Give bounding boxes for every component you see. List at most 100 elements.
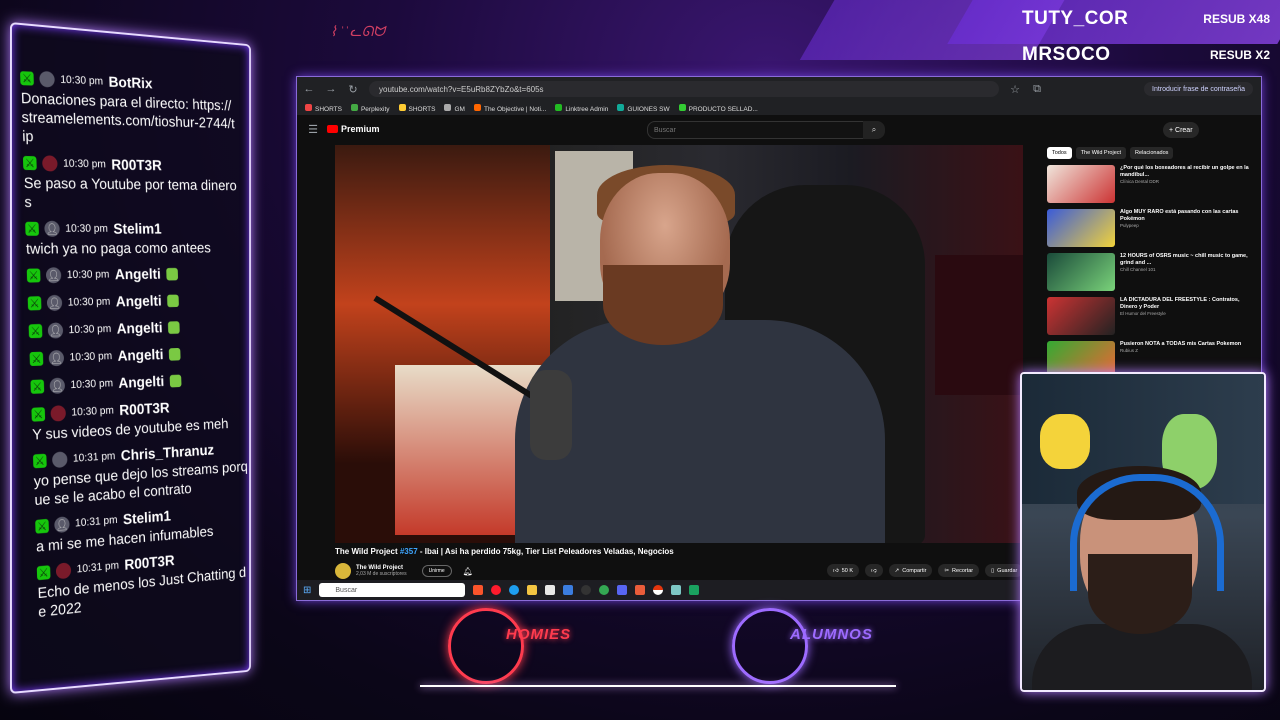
headset: [1070, 474, 1224, 591]
chat-username[interactable]: Angelti: [118, 373, 164, 391]
store-icon[interactable]: [545, 585, 556, 595]
like-button[interactable]: 👍︎ 50 K: [827, 564, 860, 577]
sub-alert-tag: RESUB X48: [1203, 12, 1270, 26]
bell-icon[interactable]: 🔔︎: [463, 567, 473, 576]
filter-chip[interactable]: Relacionados: [1130, 147, 1174, 159]
taskbar-search-input[interactable]: Buscar: [319, 583, 466, 597]
recommendation-title[interactable]: Pusieron NOTA a TODAS mis Cartas Pokemon: [1120, 341, 1241, 348]
edge-icon[interactable]: [509, 585, 520, 595]
forward-icon[interactable]: →: [325, 83, 337, 95]
user-avatar-icon[interactable]: 👤︎: [49, 377, 66, 395]
folder-icon[interactable]: [527, 585, 538, 595]
password-prompt[interactable]: Introducir frase de contraseña: [1144, 82, 1253, 96]
bookmark-item[interactable]: GUIONES SW: [617, 103, 670, 113]
moderator-badge-icon: ⚔: [32, 453, 47, 469]
user-avatar-icon[interactable]: [50, 405, 67, 422]
app-icon[interactable]: [563, 585, 574, 595]
youtube-search-input[interactable]: Buscar: [647, 121, 871, 139]
brave-icon[interactable]: [473, 585, 484, 595]
save-button[interactable]: ▯ Guardar: [985, 564, 1024, 577]
url-field[interactable]: youtube.com/watch?v=E5uRb8ZYbZo&t=605s: [369, 81, 999, 97]
video-thumbnail[interactable]: [1047, 165, 1115, 203]
recommendation-title[interactable]: 12 HOURS of OSRS music ~ chill music to …: [1120, 253, 1257, 267]
bookmark-item[interactable]: PRODUCTO SELLAD...: [678, 103, 758, 113]
sub-alerts: TUTY_COR RESUB X48 MRSOCO RESUB X2: [1012, 0, 1280, 70]
back-icon[interactable]: ←: [303, 83, 315, 95]
pokeball-icon[interactable]: [653, 585, 664, 595]
user-avatar-icon[interactable]: 👤︎: [48, 350, 65, 367]
bookmark-item[interactable]: Perplexity: [350, 103, 390, 113]
chat-message-list: ⚔ 10:30 pm BotRix Donaciones para el direct…: [20, 67, 251, 628]
bookmark-favicon-icon: [473, 103, 481, 111]
pikachu-figure: [1040, 414, 1090, 469]
extensions-icon[interactable]: ⧉: [1031, 83, 1043, 96]
recommendation-channel: Clínica Dental DDR: [1120, 179, 1160, 184]
discord-icon[interactable]: [617, 585, 628, 595]
chat-username[interactable]: Stelim1: [123, 507, 171, 527]
opera-icon[interactable]: [491, 585, 502, 595]
app-icon[interactable]: [689, 585, 700, 595]
video-thumbnail[interactable]: [1047, 209, 1115, 247]
bot-avatar-icon[interactable]: [39, 70, 55, 88]
recommendation-channel: El Humor del Freestyle: [1120, 311, 1166, 316]
chat-username[interactable]: Stelim1: [113, 220, 162, 237]
recommendation-item[interactable]: ¿Por qué los boxeadores al recibir un go…: [1047, 165, 1257, 203]
chat-username[interactable]: R00T3R: [119, 399, 170, 418]
user-avatar-icon[interactable]: [51, 451, 68, 469]
chat-username[interactable]: Angelti: [116, 293, 162, 310]
bookmark-item[interactable]: Linktree Admin: [555, 103, 608, 113]
user-avatar-icon[interactable]: 👤︎: [46, 294, 63, 311]
reload-icon[interactable]: ↻: [347, 83, 359, 96]
video-player[interactable]: [335, 145, 1023, 543]
user-avatar-icon[interactable]: 👤︎: [44, 220, 60, 237]
user-avatar-icon[interactable]: 👤︎: [54, 516, 70, 534]
search-icon[interactable]: ⌕: [863, 121, 885, 139]
create-button[interactable]: + Crear: [1163, 122, 1199, 138]
channel-avatar[interactable]: [335, 563, 351, 579]
share-button[interactable]: ↗ Compartir: [888, 564, 933, 577]
recommendation-item[interactable]: LA DICTADURA DEL FREESTYLE : Contratos, …: [1047, 297, 1257, 335]
filter-chip[interactable]: Todos: [1047, 147, 1072, 159]
menu-icon[interactable]: ☰: [307, 123, 319, 136]
youtube-logo[interactable]: Premium: [327, 124, 380, 134]
app-icon[interactable]: [671, 585, 682, 595]
clip-button[interactable]: ✂ Recortar: [938, 564, 980, 577]
bookmark-item[interactable]: GM: [444, 103, 465, 113]
recommendation-title[interactable]: Algo MUY RARO está pasando con las carta…: [1120, 209, 1257, 223]
video-thumbnail[interactable]: [1047, 297, 1115, 335]
microphone: [530, 370, 572, 460]
recommendation-title[interactable]: LA DICTADURA DEL FREESTYLE : Contratos, …: [1120, 297, 1257, 311]
dislike-button[interactable]: 👎︎: [865, 564, 883, 577]
user-avatar-icon[interactable]: [55, 562, 72, 580]
chrome-icon[interactable]: [599, 585, 610, 595]
user-avatar-icon[interactable]: [42, 155, 58, 172]
chat-username[interactable]: BotRix: [108, 74, 152, 92]
create-label: + Crear: [1169, 126, 1193, 134]
app-icon[interactable]: [635, 585, 646, 595]
user-avatar-icon[interactable]: 👤︎: [47, 322, 64, 339]
join-button[interactable]: Unirme: [421, 565, 452, 577]
video-title-channel: The Wild Project: [335, 547, 398, 556]
chat-username[interactable]: R00T3R: [111, 156, 162, 173]
video-title-number[interactable]: #357: [400, 547, 418, 556]
user-avatar-icon[interactable]: 👤︎: [45, 267, 62, 284]
chat-username[interactable]: Angelti: [115, 266, 161, 283]
moderator-badge-icon: ⚔: [36, 565, 51, 581]
bookmark-item[interactable]: SHORTS: [398, 103, 435, 113]
recommendation-item[interactable]: 12 HOURS of OSRS music ~ chill music to …: [1047, 253, 1257, 291]
neon-scribble: ⌇ ˈˈᓚᘏᗢ: [330, 25, 385, 40]
chat-username[interactable]: R00T3R: [124, 552, 175, 573]
obs-icon[interactable]: [581, 585, 592, 595]
recommendation-title[interactable]: ¿Por qué los boxeadores al recibir un go…: [1120, 165, 1257, 179]
bookmark-item[interactable]: SHORTS: [305, 103, 342, 113]
chat-message-meta: ⚔ 👤︎ 10:30 pm Stelim1: [25, 218, 241, 240]
chat-username[interactable]: Angelti: [117, 346, 163, 364]
recommendation-item[interactable]: Algo MUY RARO está pasando con las carta…: [1047, 209, 1257, 247]
bookmark-item[interactable]: The Objective | Noti...: [473, 103, 546, 113]
windows-start-icon[interactable]: ⊞: [303, 585, 311, 596]
filter-chip[interactable]: The Wild Project: [1075, 147, 1127, 159]
chat-username[interactable]: Angelti: [116, 319, 162, 337]
star-icon[interactable]: ☆: [1009, 83, 1021, 96]
video-thumbnail[interactable]: [1047, 253, 1115, 291]
chat-text: Donaciones para el directo: https://stre…: [20, 90, 235, 146]
